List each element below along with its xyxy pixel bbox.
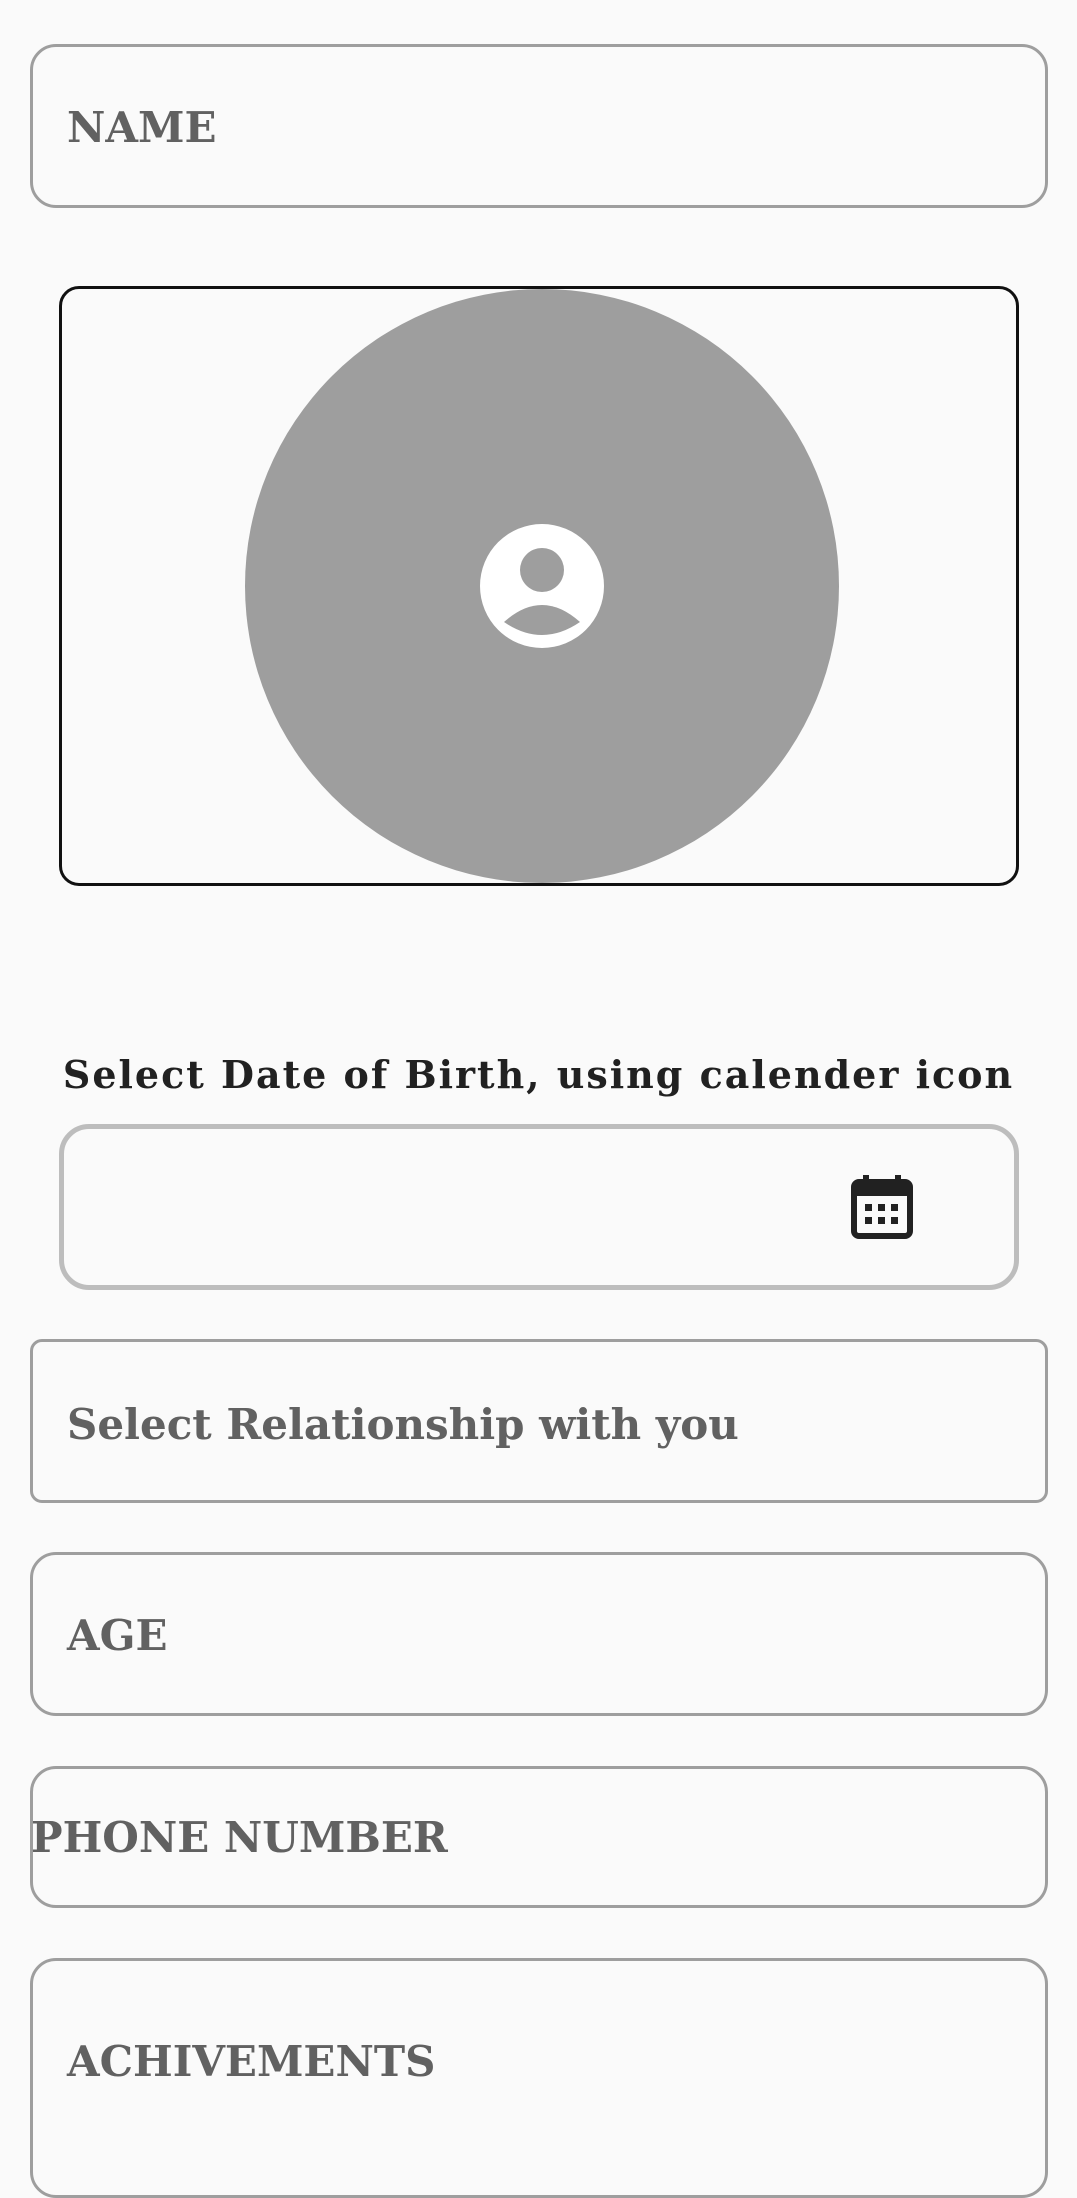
phone-number-input[interactable]: PHONE NUMBER [30,1766,1048,1908]
name-input[interactable]: NAME [30,44,1048,208]
relationship-placeholder: Select Relationship with you [67,1400,739,1449]
achievements-input[interactable]: ACHIVEMENTS [30,1958,1048,2198]
dob-instruction-label: Select Date of Birth, using calender ico… [62,1052,1015,1097]
phone-number-placeholder: PHONE NUMBER [31,1813,448,1862]
name-placeholder: NAME [67,103,217,152]
age-placeholder: AGE [67,1611,168,1660]
avatar[interactable] [245,289,839,883]
calendar-icon[interactable] [851,1175,913,1239]
age-input[interactable]: AGE [30,1552,1048,1716]
date-of-birth-field[interactable] [59,1124,1019,1290]
achievements-placeholder: ACHIVEMENTS [67,2037,436,2086]
photo-picker[interactable] [59,286,1019,886]
account-circle-icon [480,524,604,648]
relationship-select[interactable]: Select Relationship with you [30,1339,1048,1503]
